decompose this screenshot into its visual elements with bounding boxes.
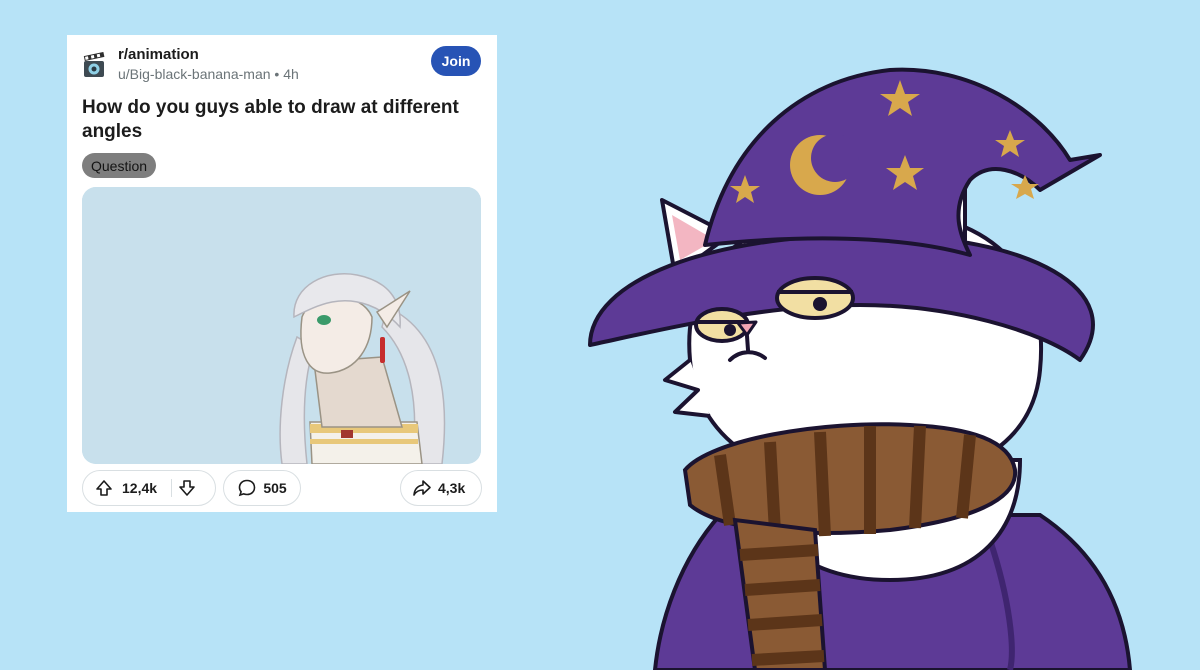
film-camera-icon bbox=[83, 52, 105, 77]
reddit-post-card: r/animation u/Big-black-banana-man • 4h … bbox=[67, 35, 497, 512]
upvote-count: 12,4k bbox=[122, 480, 158, 496]
share-arrow-icon bbox=[413, 480, 431, 496]
comment-count: 505 bbox=[263, 480, 287, 496]
post-image[interactable] bbox=[82, 187, 481, 464]
anime-elf-illustration bbox=[82, 187, 481, 464]
subreddit-name[interactable]: r/animation bbox=[118, 46, 199, 63]
arrow-down-icon[interactable] bbox=[178, 479, 196, 497]
post-actions-bar: 12,4k 505 4,3k bbox=[82, 470, 482, 508]
post-author-meta[interactable]: u/Big-black-banana-man • 4h bbox=[118, 66, 299, 82]
flair-badge[interactable]: Question bbox=[82, 153, 157, 178]
post-title[interactable]: How do you guys able to draw at differen… bbox=[82, 96, 482, 144]
join-button[interactable]: Join bbox=[431, 46, 481, 76]
vote-divider bbox=[171, 479, 173, 497]
speech-bubble-icon bbox=[239, 479, 256, 497]
comments-button[interactable]: 505 bbox=[223, 470, 301, 506]
wizard-cat-illustration bbox=[588, 67, 1133, 670]
share-count: 4,3k bbox=[438, 480, 466, 496]
arrow-up-icon[interactable] bbox=[95, 479, 113, 497]
share-button[interactable]: 4,3k bbox=[400, 470, 482, 506]
vote-control: 12,4k bbox=[82, 470, 216, 506]
